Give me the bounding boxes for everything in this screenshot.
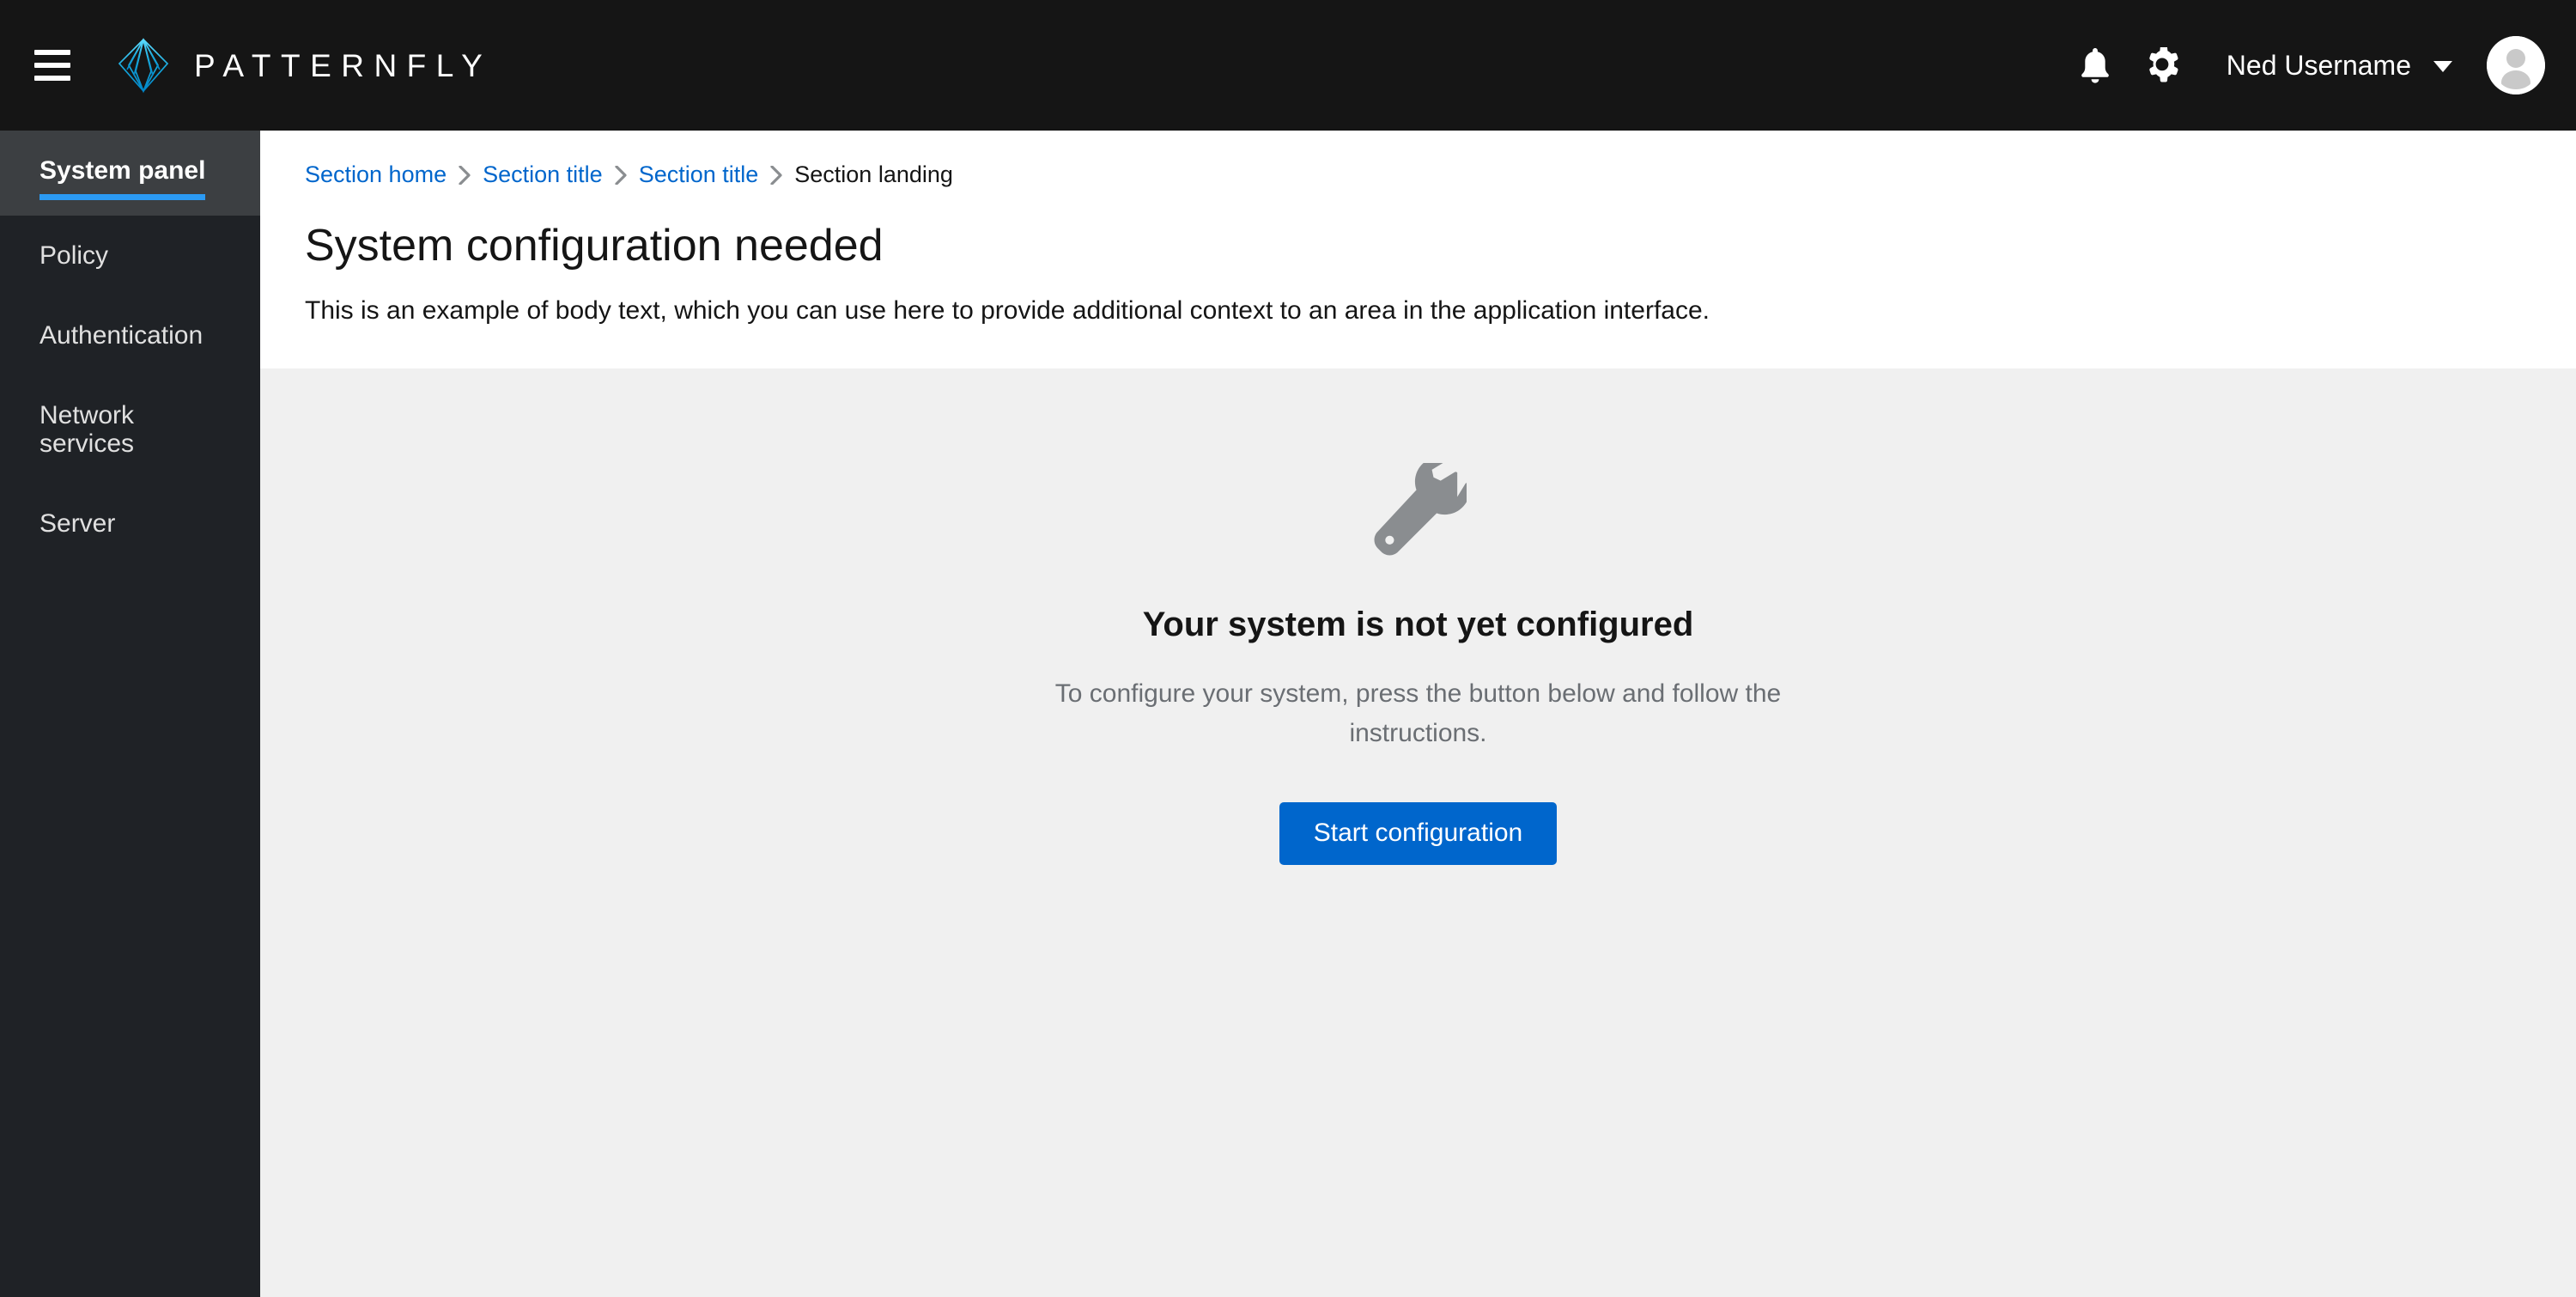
breadcrumb-item-section-home[interactable]: Section home <box>305 163 447 186</box>
sidebar-item-authentication[interactable]: Authentication <box>0 295 260 375</box>
sidebar-item-label: Network services <box>39 401 135 458</box>
wrench-icon <box>1374 462 1467 556</box>
user-name-label: Ned Username <box>2226 50 2411 81</box>
sidebar-item-label: System panel <box>39 156 206 200</box>
breadcrumb-item-section-title-1[interactable]: Section title <box>483 163 603 186</box>
breadcrumb: Section home Section title Section title… <box>305 163 2535 186</box>
notifications-button[interactable] <box>2062 32 2129 99</box>
hamburger-bar <box>34 76 70 81</box>
sidebar-item-server[interactable]: Server <box>0 484 260 563</box>
masthead-toolbar: Ned Username <box>2062 32 2545 99</box>
sidebar-nav-list: System panel Policy Authentication Netwo… <box>0 131 260 563</box>
brand-wordmark: PATTERNFLY <box>194 47 493 83</box>
chevron-right-icon <box>770 165 782 185</box>
avatar[interactable] <box>2487 36 2545 94</box>
gear-icon <box>2149 47 2178 82</box>
masthead: PATTERNFLY Ned Username <box>0 0 2576 131</box>
sidebar-item-label: Policy <box>39 241 109 270</box>
brand-logo-link[interactable]: PATTERNFLY <box>117 37 492 94</box>
sidebar-item-network-services[interactable]: Network services <box>0 375 260 484</box>
hamburger-bar <box>34 50 70 55</box>
user-menu-toggle[interactable]: Ned Username <box>2196 52 2466 79</box>
sidebar-navigation: System panel Policy Authentication Netwo… <box>0 131 260 1297</box>
application-root: PATTERNFLY Ned Username System panel Pol… <box>0 0 2576 1297</box>
sidebar-item-system-panel[interactable]: System panel <box>0 131 260 216</box>
main-content: Section home Section title Section title… <box>260 131 2576 1297</box>
sidebar-item-policy[interactable]: Policy <box>0 216 260 295</box>
start-configuration-button[interactable]: Start configuration <box>1279 801 1558 865</box>
patternfly-logo-icon <box>118 38 169 94</box>
page-body: System panel Policy Authentication Netwo… <box>0 131 2576 1297</box>
global-nav-toggle-button[interactable] <box>26 39 79 92</box>
settings-button[interactable] <box>2129 32 2196 99</box>
empty-state-description: To configure your system, press the butt… <box>1054 679 1782 748</box>
empty-state: Your system is not yet configured To con… <box>912 368 1925 1297</box>
hamburger-bar <box>34 63 70 68</box>
chevron-right-icon <box>615 165 627 185</box>
page-body-text: This is an example of body text, which y… <box>305 295 1710 325</box>
empty-state-title: Your system is not yet configured <box>1142 605 1694 643</box>
content-area: Your system is not yet configured To con… <box>260 368 2576 1297</box>
bell-icon <box>2081 48 2109 83</box>
chevron-right-icon <box>459 165 471 185</box>
sidebar-item-label: Authentication <box>39 321 204 350</box>
breadcrumb-item-current: Section landing <box>794 161 953 187</box>
breadcrumb-item-section-title-2[interactable]: Section title <box>639 163 759 186</box>
page-header-section: Section home Section title Section title… <box>260 131 2576 368</box>
sidebar-item-label: Server <box>39 509 116 538</box>
chevron-down-icon <box>2433 61 2452 72</box>
page-title: System configuration needed <box>305 221 884 271</box>
